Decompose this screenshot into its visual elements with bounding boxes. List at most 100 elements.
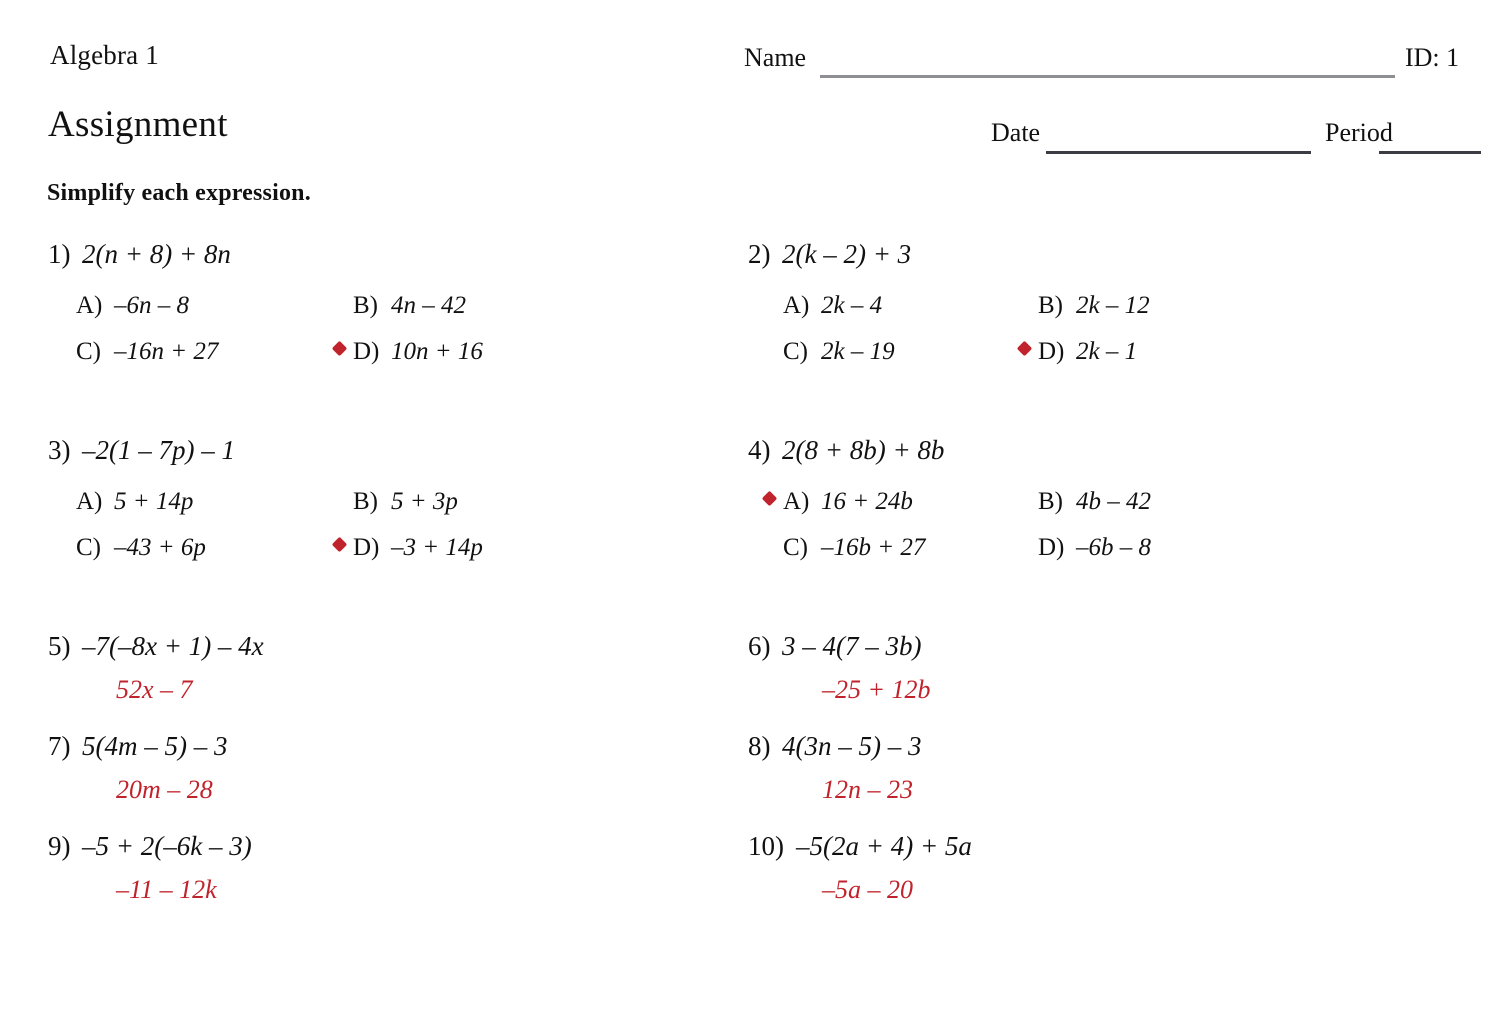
choice-text: –6n – 8 [114,291,189,319]
choice-letter: B) [1038,487,1063,515]
choice-a[interactable]: A) 16 + 24b [761,487,913,516]
problem-expression: 4(3n – 5) – 3 [782,731,922,761]
worksheet-page: Algebra 1 Assignment Simplify each expre… [0,0,1504,1012]
choice-d[interactable]: D) –6b – 8 [1038,534,1151,562]
choice-letter: B) [1038,291,1063,319]
problem-number: 2) [748,239,771,269]
choice-group: A) 16 + 24b B) 4b – 42 C) –16b + 27 D) –6b –… [748,488,1448,580]
id-label: ID: 1 [1405,43,1460,72]
problem-stem: 1) 2(n + 8) + 8n [48,239,748,270]
choice-letter: A) [783,291,810,319]
choice-text: 2k – 19 [821,337,895,365]
choice-letter: C) [76,337,101,365]
problem-4: 4) 2(8 + 8b) + 8b A) 16 + 24b B) 4b – 42 C)… [748,435,1448,632]
correct-answer-marker-icon [331,340,348,356]
choice-text: –16b + 27 [821,533,926,561]
choice-letter: D) [1038,533,1065,561]
choice-letter: B) [353,487,378,515]
problem-number: 3) [48,435,71,465]
problem-number: 1) [48,239,71,269]
choice-text: 4b – 42 [1076,487,1151,515]
choice-group: A) –6n – 8 B) 4n – 42 C) –16n + 27 D) 10n + … [48,292,748,384]
problem-stem: 5) –7(–8x + 1) – 4x [48,631,748,662]
problem-5: 5) –7(–8x + 1) – 4x 52x – 7 [48,631,748,732]
date-field[interactable] [1046,151,1311,154]
problem-number: 5) [48,631,71,661]
choice-c[interactable]: C) 2k – 19 [783,338,895,366]
instruction-text: Simplify each expression. [47,180,311,206]
choice-b[interactable]: B) 4b – 42 [1038,488,1151,516]
problem-expression: –2(1 – 7p) – 1 [82,435,235,465]
problem-number: 7) [48,731,71,761]
problem-answer: 20m – 28 [116,774,213,804]
problem-number: 8) [748,731,771,761]
choice-letter: C) [783,337,808,365]
choice-group: A) 5 + 14p B) 5 + 3p C) –43 + 6p D) –3 + 14p [48,488,748,580]
problem-expression: –5 + 2(–6k – 3) [82,831,252,861]
problem-number: 9) [48,831,71,861]
choice-letter: A) [76,487,103,515]
problem-expression: –7(–8x + 1) – 4x [82,631,264,661]
problem-answer: –11 – 12k [116,874,217,904]
choice-d[interactable]: D) –3 + 14p [331,533,483,562]
problem-7: 7) 5(4m – 5) – 3 20m – 28 [48,731,748,832]
choice-a[interactable]: A) 5 + 14p [76,488,193,516]
choice-letter: D) [1038,337,1065,365]
choice-text: 2k – 1 [1076,337,1138,365]
choice-text: –3 + 14p [391,533,483,561]
choice-d[interactable]: D) 2k – 1 [1016,337,1138,366]
problem-answer: 12n – 23 [822,774,913,804]
choice-b[interactable]: B) 5 + 3p [353,488,458,516]
problem-stem: 6) 3 – 4(7 – 3b) [748,631,1448,662]
problem-stem: 2) 2(k – 2) + 3 [748,239,1448,270]
period-field[interactable] [1379,151,1481,154]
problem-number: 10) [748,831,784,861]
problem-answer: 52x – 7 [116,674,193,704]
problem-expression: 5(4m – 5) – 3 [82,731,228,761]
choice-text: 2k – 4 [821,291,883,319]
problem-10: 10) –5(2a + 4) + 5a –5a – 20 [748,831,1448,932]
choice-letter: D) [353,337,380,365]
choice-c[interactable]: C) –43 + 6p [76,534,206,562]
choice-c[interactable]: C) –16b + 27 [783,534,925,562]
problem-2: 2) 2(k – 2) + 3 A) 2k – 4 B) 2k – 12 C) 2k –… [748,239,1448,436]
problem-column-right: 2) 2(k – 2) + 3 A) 2k – 4 B) 2k – 12 C) 2k –… [748,239,1448,932]
problem-stem: 3) –2(1 – 7p) – 1 [48,435,748,466]
problem-stem: 10) –5(2a + 4) + 5a [748,831,1448,862]
problem-expression: 2(8 + 8b) + 8b [782,435,945,465]
date-label: Date [991,118,1041,147]
problem-8: 8) 4(3n – 5) – 3 12n – 23 [748,731,1448,832]
problem-column-left: 1) 2(n + 8) + 8n A) –6n – 8 B) 4n – 42 C) –1… [48,239,748,932]
choice-letter: A) [76,291,103,319]
choice-text: 4n – 42 [391,291,466,319]
choice-letter: B) [353,291,378,319]
problem-expression: 2(n + 8) + 8n [82,239,231,269]
problem-stem: 7) 5(4m – 5) – 3 [48,731,748,762]
choice-text: –43 + 6p [114,533,206,561]
problem-number: 4) [748,435,771,465]
problem-expression: –5(2a + 4) + 5a [796,831,972,861]
choice-b[interactable]: B) 2k – 12 [1038,292,1150,320]
choice-a[interactable]: A) –6n – 8 [76,292,189,320]
problem-1: 1) 2(n + 8) + 8n A) –6n – 8 B) 4n – 42 C) –1… [48,239,748,436]
choice-a[interactable]: A) 2k – 4 [783,292,882,320]
problem-expression: 2(k – 2) + 3 [782,239,912,269]
problem-expression: 3 – 4(7 – 3b) [782,631,922,661]
problem-9: 9) –5 + 2(–6k – 3) –11 – 12k [48,831,748,932]
choice-letter: A) [783,487,810,515]
choice-text: 5 + 14p [114,487,194,515]
choice-d[interactable]: D) 10n + 16 [331,337,483,366]
choice-group: A) 2k – 4 B) 2k – 12 C) 2k – 19 D) 2k – 1 [748,292,1448,384]
course-label: Algebra 1 [50,40,160,70]
problem-number: 6) [748,631,771,661]
correct-answer-marker-icon [761,490,778,506]
problem-answer: –25 + 12b [822,674,931,704]
problem-6: 6) 3 – 4(7 – 3b) –25 + 12b [748,631,1448,732]
problem-stem: 8) 4(3n – 5) – 3 [748,731,1448,762]
choice-c[interactable]: C) –16n + 27 [76,338,218,366]
choice-b[interactable]: B) 4n – 42 [353,292,466,320]
name-field[interactable] [820,75,1395,78]
choice-text: –16n + 27 [114,337,219,365]
choice-text: 10n + 16 [391,337,483,365]
name-label: Name [744,43,807,72]
